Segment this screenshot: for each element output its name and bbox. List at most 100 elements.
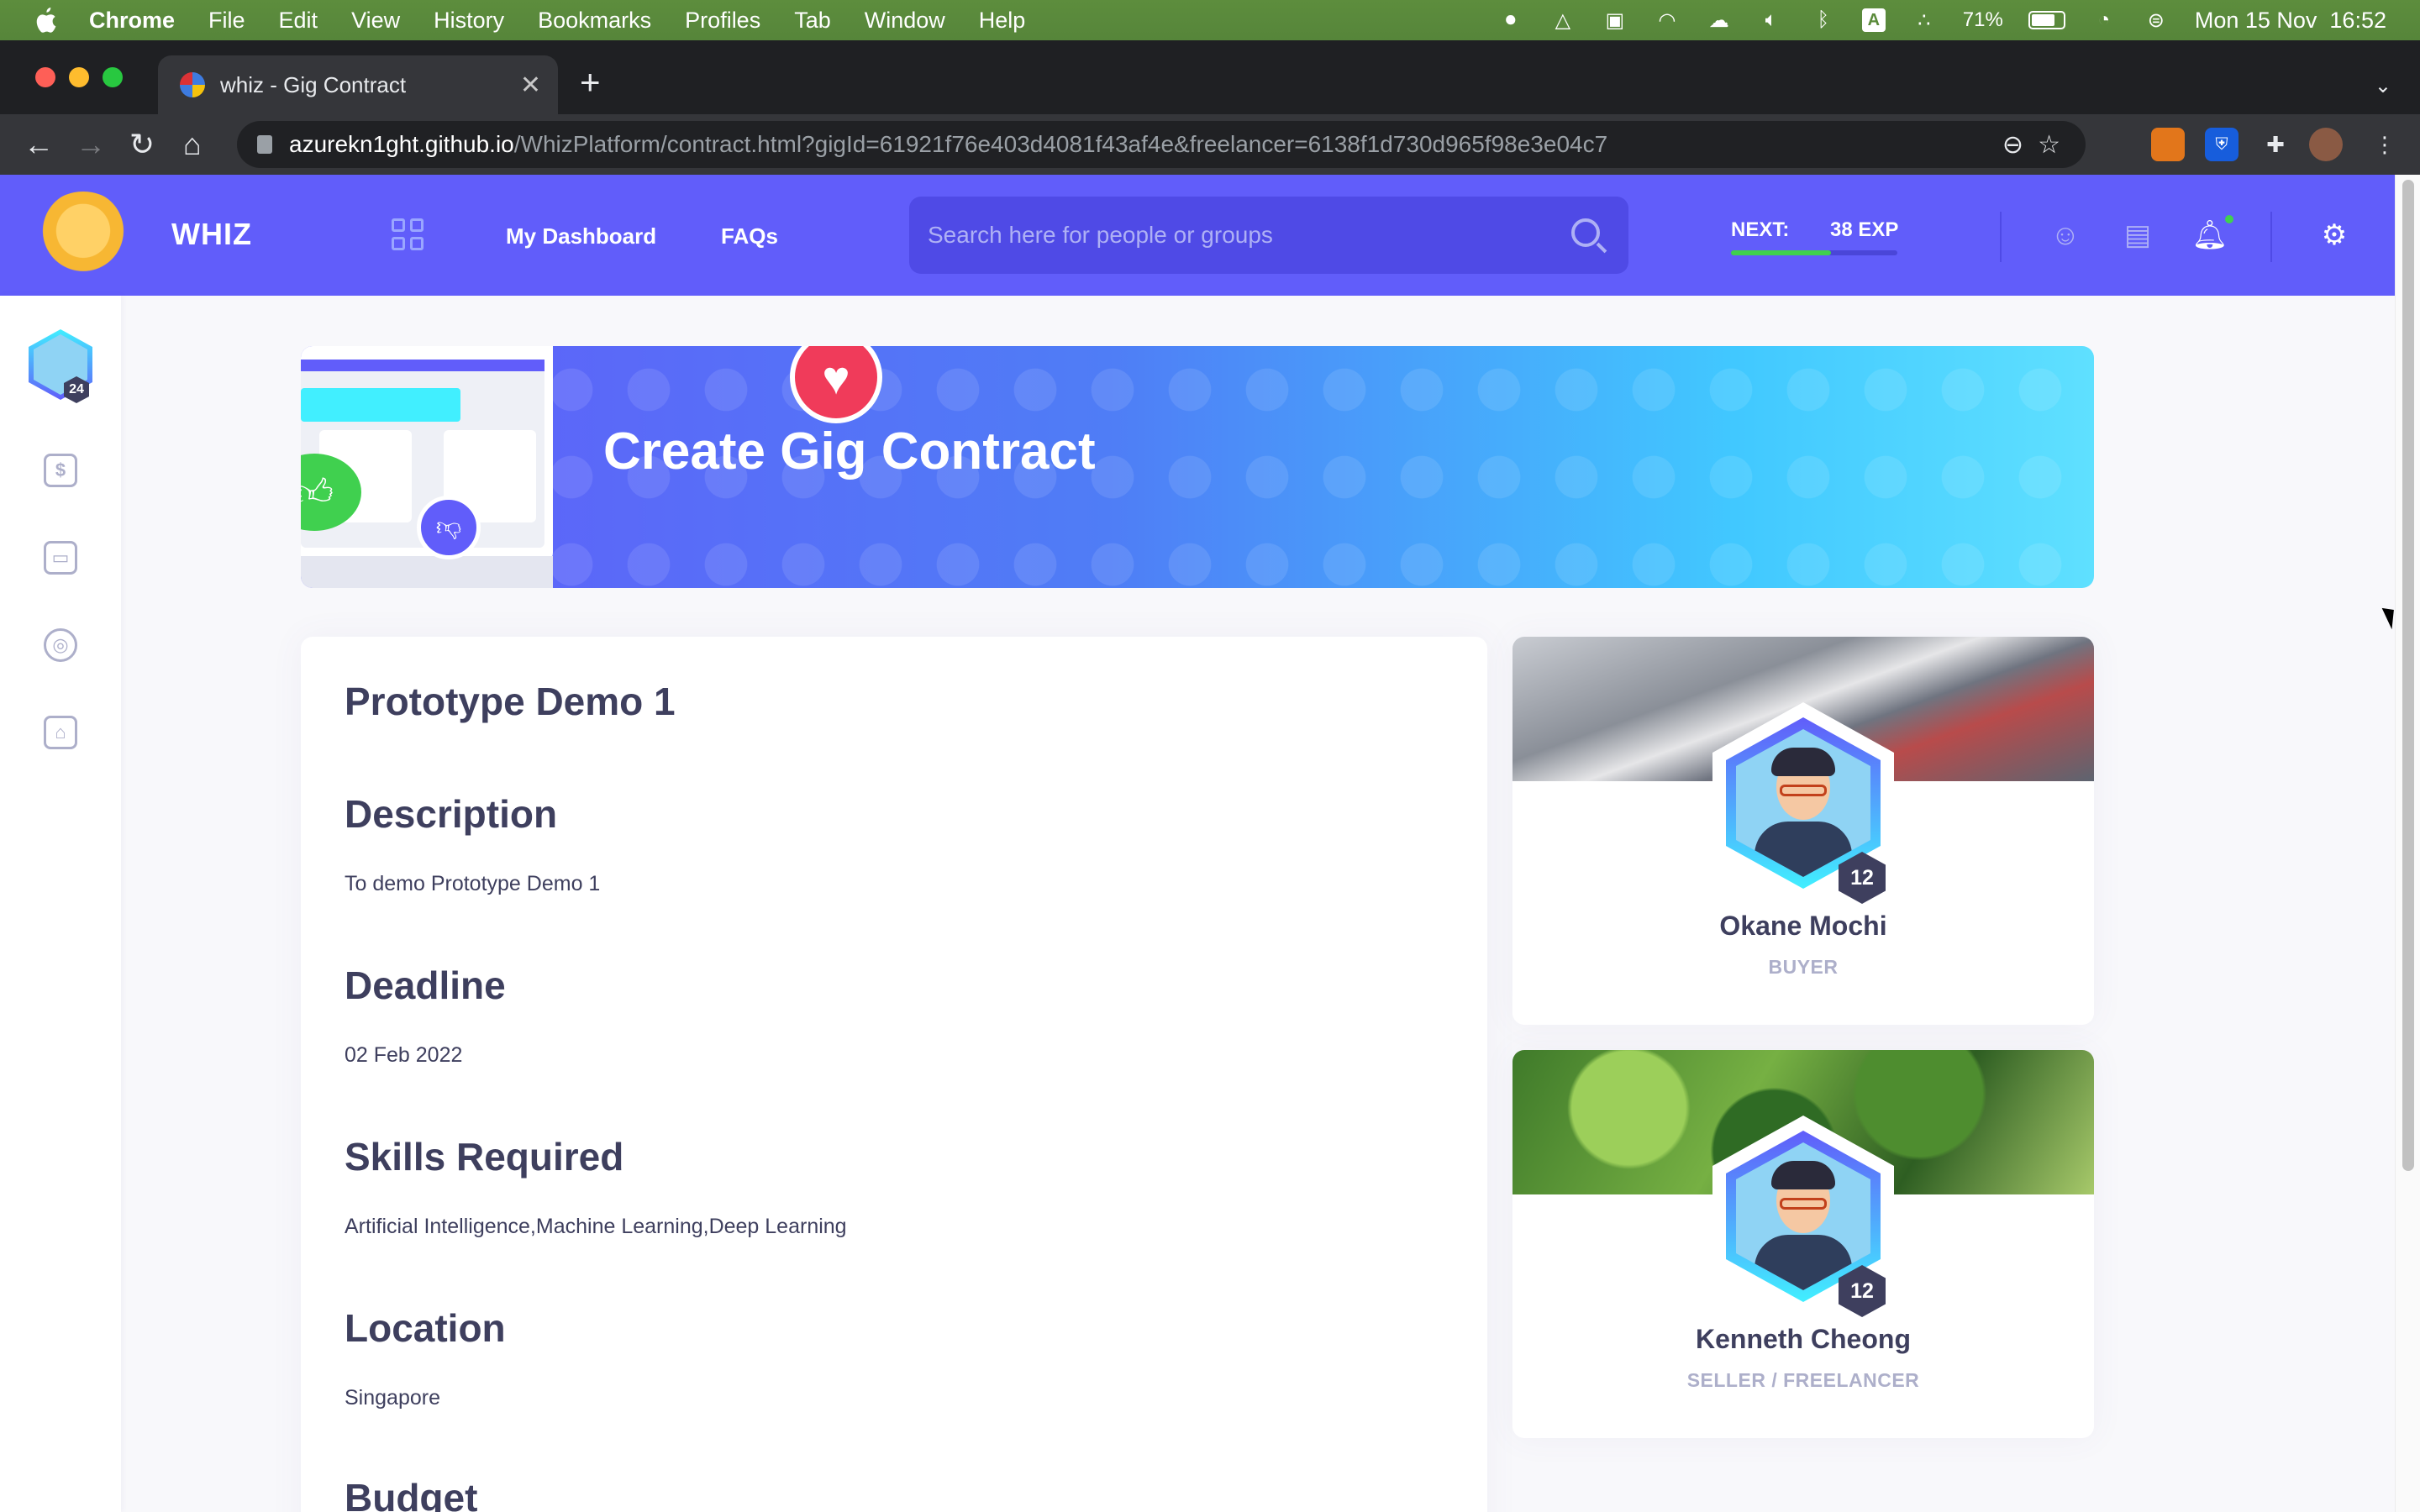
skills-heading: Skills Required	[345, 1135, 624, 1179]
macos-menu-bar: Chrome File Edit View History Bookmarks …	[0, 0, 2420, 40]
gig-name: Prototype Demo 1	[345, 680, 676, 723]
scrollbar-thumb[interactable]	[2402, 180, 2414, 1171]
wifi-icon[interactable]: ◔	[2091, 8, 2118, 32]
menu-window[interactable]: Window	[865, 8, 945, 34]
page-title: Create Gig Contract	[603, 423, 1096, 480]
lock-icon[interactable]	[257, 135, 272, 154]
menu-history[interactable]: History	[434, 8, 504, 34]
tab-search-chevron-icon[interactable]: ⌄	[2375, 74, 2391, 98]
back-arrow-icon[interactable]: ←	[24, 126, 54, 163]
budget-heading: Budget	[345, 1476, 478, 1512]
banner-avatar-pattern	[301, 346, 2094, 588]
apple-icon[interactable]	[34, 6, 57, 34]
active-tab[interactable]: whiz - Gig Contract ✕	[158, 55, 558, 114]
avatar-glasses	[1780, 1198, 1827, 1210]
nav-faqs[interactable]: FAQs	[721, 223, 778, 249]
thumbs-down-icon: 👎︎	[417, 496, 481, 559]
deadline-value: 02 Feb 2022	[345, 1043, 463, 1067]
app-header: WHIZ My Dashboard FAQs NEXT: 38 EXP ☺ ▤ …	[0, 175, 2395, 296]
location-value: Singapore	[345, 1386, 440, 1410]
search-bar	[909, 197, 1628, 274]
browser-tab-strip: whiz - Gig Contract ✕ + ⌄	[0, 40, 2420, 114]
minimize-window-button[interactable]	[69, 67, 89, 87]
seller-name[interactable]: Kenneth Cheong	[1512, 1324, 2094, 1355]
input-source-icon[interactable]: A	[1861, 8, 1886, 32]
bluetooth-icon[interactable]: ᛒ	[1810, 8, 1837, 32]
brand-name[interactable]: WHIZ	[171, 217, 252, 252]
buyer-name[interactable]: Okane Mochi	[1512, 911, 2094, 942]
exp-progress-bar	[1731, 250, 1897, 255]
battery-icon[interactable]	[2028, 11, 2065, 29]
menu-help[interactable]: Help	[979, 8, 1026, 34]
tab-title: whiz - Gig Contract	[220, 71, 407, 97]
search-icon[interactable]	[1571, 218, 1600, 247]
close-window-button[interactable]	[35, 67, 55, 87]
banner-illustration: 👍︎ 👎︎	[301, 346, 553, 588]
menu-bookmarks[interactable]: Bookmarks	[538, 8, 651, 34]
browser-menu-icon[interactable]: ⋮	[2368, 128, 2402, 161]
app-name-menu[interactable]: Chrome	[89, 8, 175, 34]
location-heading: Location	[345, 1306, 506, 1350]
extensions-puzzle-icon[interactable]: ✚	[2259, 128, 2292, 161]
control-center-icon[interactable]: ⊜	[2143, 8, 2170, 32]
dots-icon[interactable]: ∴	[1911, 8, 1938, 32]
menu-tab[interactable]: Tab	[794, 8, 831, 34]
new-tab-button[interactable]: +	[580, 65, 601, 100]
avatar-glasses	[1780, 785, 1827, 796]
monitor-strip	[301, 388, 460, 422]
notification-dot	[2225, 215, 2233, 223]
address-bar[interactable]: azurekn1ght.github.io/WhizPlatform/contr…	[237, 121, 2086, 168]
avatar-hair	[1771, 748, 1835, 776]
activity-icon[interactable]: ◠	[1654, 8, 1681, 32]
left-sidebar: 24 $ ▭ ◎ ⌂	[0, 296, 121, 1512]
profile-avatar-icon[interactable]	[2309, 128, 2343, 161]
url-host: azurekn1ght.github.io	[289, 131, 514, 157]
menu-edit[interactable]: Edit	[279, 8, 318, 34]
menu-file[interactable]: File	[208, 8, 245, 34]
sidebar-shop-icon[interactable]: ⌂	[44, 716, 77, 749]
tab-close-icon[interactable]: ✕	[520, 71, 541, 100]
buyer-profile-card[interactable]: 12 Okane Mochi BUYER	[1512, 637, 2094, 1025]
bitwarden-extension-icon[interactable]: ⛨	[2205, 128, 2238, 161]
emoji-icon[interactable]: ☺	[2049, 218, 2082, 252]
exp-value: 38 EXP	[1830, 218, 1899, 241]
clock[interactable]: Mon 15 Nov 16:52	[2195, 8, 2386, 34]
deadline-heading: Deadline	[345, 963, 506, 1007]
search-input[interactable]	[928, 222, 1549, 249]
seller-role: SELLER / FREELANCER	[1686, 1369, 1920, 1391]
messages-icon[interactable]: ▤	[2121, 218, 2154, 252]
maximize-window-button[interactable]	[103, 67, 123, 87]
sidebar-money-icon[interactable]: $	[44, 454, 77, 487]
exp-next-label: NEXT:	[1731, 218, 1790, 241]
record-icon[interactable]: ⏺	[1497, 8, 1524, 32]
grid-menu-icon[interactable]	[392, 218, 424, 250]
clapper-icon[interactable]: ▣	[1602, 8, 1628, 32]
description-heading: Description	[345, 792, 558, 836]
metamask-extension-icon[interactable]	[2151, 128, 2185, 161]
header-divider	[2000, 212, 2002, 262]
page-scrollbar[interactable]	[2395, 175, 2420, 1512]
forward-arrow-icon[interactable]: →	[76, 126, 106, 163]
sidebar-badge-icon[interactable]: ◎	[44, 628, 77, 662]
reload-icon[interactable]: ↻	[129, 126, 155, 163]
menu-profiles[interactable]: Profiles	[685, 8, 760, 34]
browser-toolbar: ← → ↻ ⌂ azurekn1ght.github.io/WhizPlatfo…	[0, 114, 2420, 175]
whiz-logo-mascot[interactable]	[37, 192, 129, 279]
page-banner: 👍︎ 👎︎ ♥ Create Gig Contract	[301, 346, 2094, 588]
sidebar-card-icon[interactable]: ▭	[44, 541, 77, 575]
nav-my-dashboard[interactable]: My Dashboard	[506, 223, 656, 249]
notifications-bell-icon[interactable]: 🔔︎	[2191, 218, 2228, 252]
gig-details-card: Prototype Demo 1 Description To demo Pro…	[301, 637, 1487, 1512]
menu-view[interactable]: View	[351, 8, 400, 34]
skills-value: Artificial Intelligence,Machine Learning…	[345, 1215, 847, 1238]
monitor-topbar	[301, 360, 544, 371]
exp-progress-fill	[1731, 250, 1831, 255]
bookmark-star-icon[interactable]: ☆	[2038, 130, 2060, 160]
home-icon[interactable]: ⌂	[183, 126, 202, 163]
settings-gear-icon[interactable]: ⚙	[2317, 218, 2351, 252]
cloud-icon[interactable]: ☁	[1706, 8, 1733, 32]
zoom-icon[interactable]: ⊖	[2002, 130, 2023, 160]
seller-profile-card[interactable]: 12 Kenneth Cheong SELLER / FREELANCER	[1512, 1050, 2094, 1438]
volume-icon[interactable]: 🔈︎	[1758, 8, 1785, 32]
drive-icon[interactable]: △	[1549, 8, 1576, 32]
